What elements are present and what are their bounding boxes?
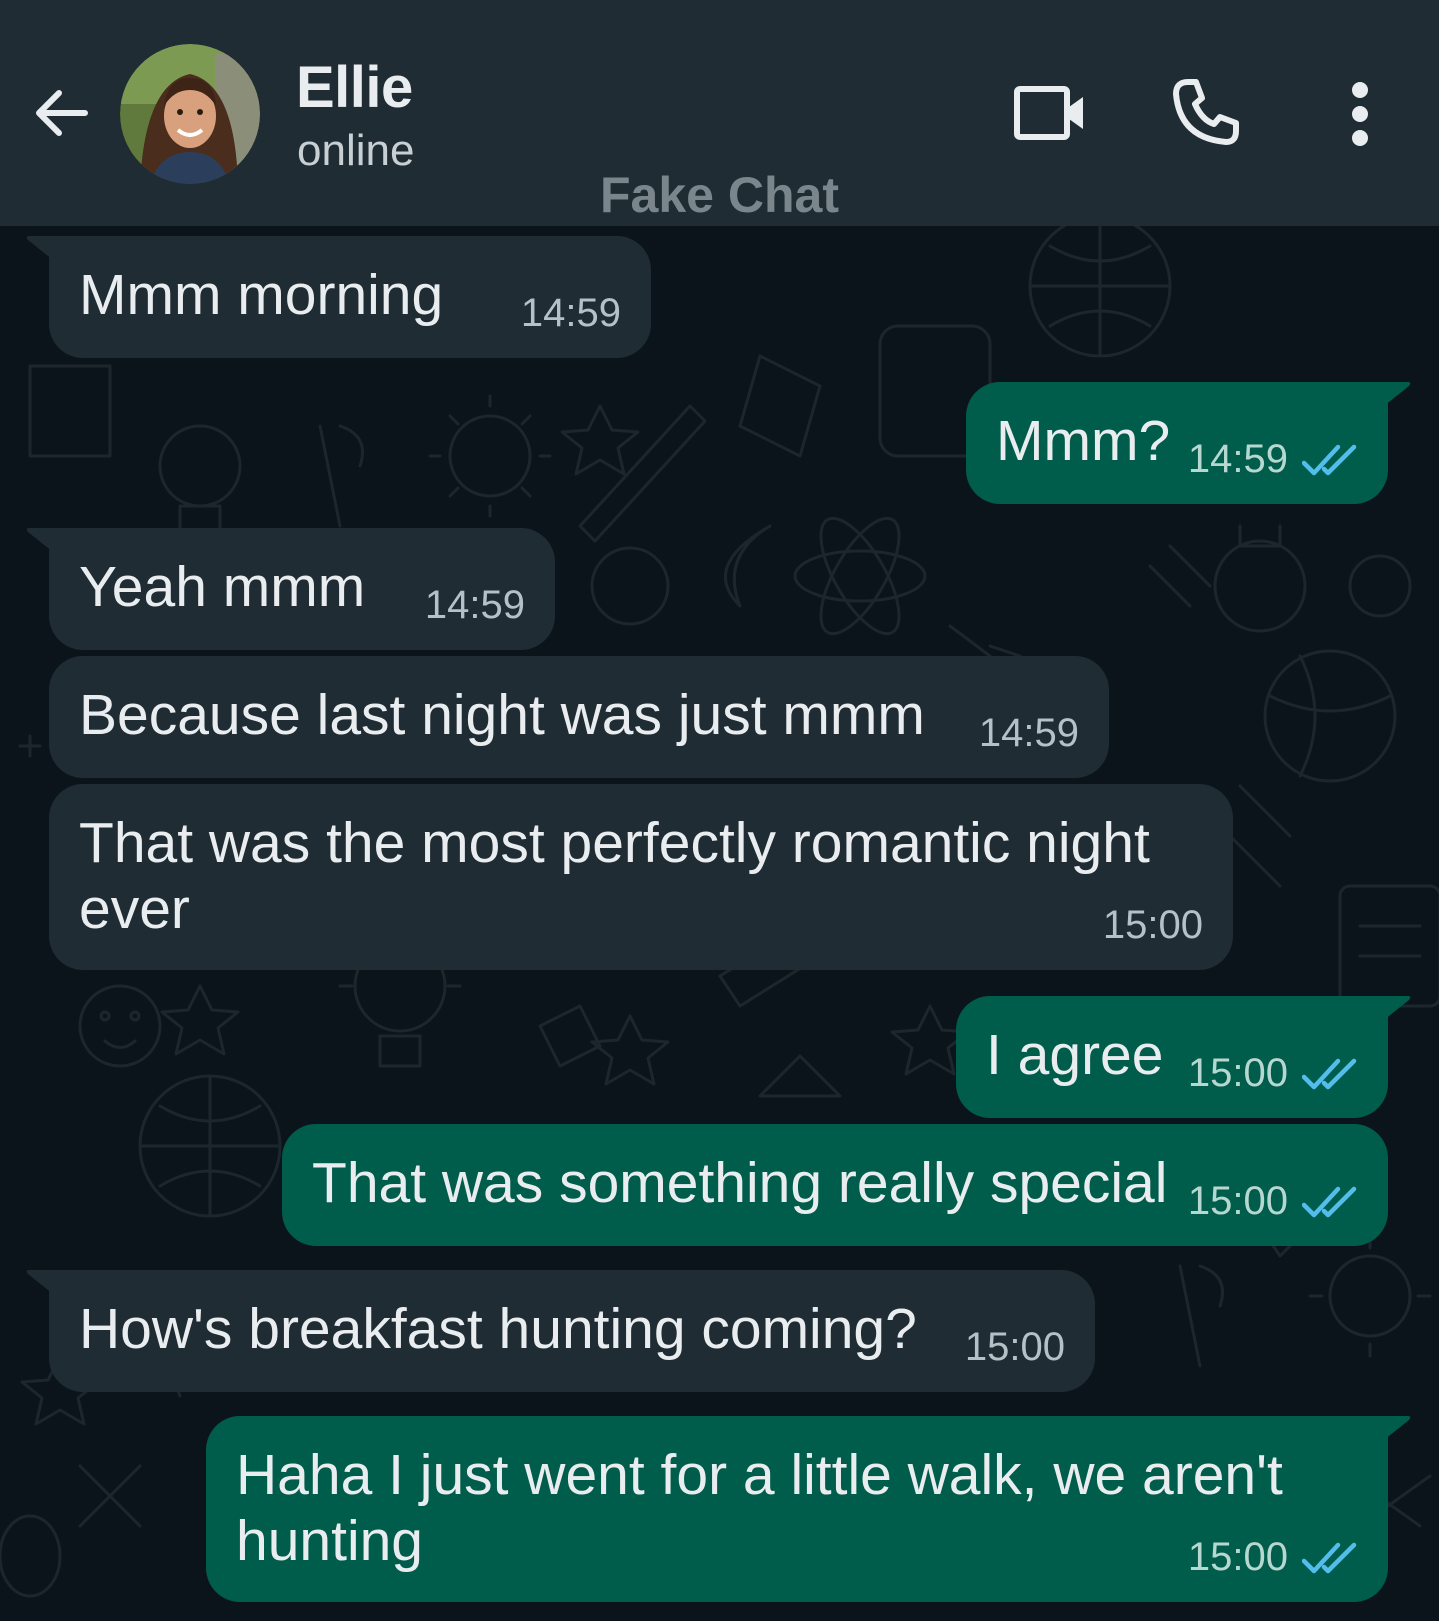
message-bubble-outgoing[interactable]: Haha I just went for a little walk, we a… [206,1416,1411,1602]
read-receipt-icon [1302,1186,1357,1217]
message-time: 15:00 [1187,1051,1288,1095]
bubble-tail [26,236,53,260]
read-receipt-icon [1302,444,1357,475]
more-options-button[interactable] [1336,76,1384,152]
message-text: How's breakfast hunting coming? [79,1297,917,1361]
message-meta: 14:59 [425,583,525,628]
phone-icon [1173,79,1239,145]
message-bubble-incoming[interactable]: Mmm morning 14:59 [26,236,651,358]
bubble-tail [1384,382,1411,406]
message-text: Yeah mmm [79,555,366,619]
bubble-tail [1384,1416,1411,1440]
message-meta: 15:00 [1188,1179,1358,1224]
read-receipt-icon [1302,1542,1357,1573]
chat-header: Ellie online Fake Chat [0,0,1439,226]
message-bubble-outgoing[interactable]: Mmm? 14:59 [966,382,1411,504]
message-text: Haha I just went for a little walk, we a… [236,1443,1299,1573]
message-bubble-incoming[interactable]: Yeah mmm 14:59 [26,528,555,650]
message-text: Mmm? [996,409,1171,473]
message-time: 15:00 [1102,903,1203,947]
message-text: That was the most perfectly romantic nig… [79,811,1166,941]
message-meta: 14:59 [979,711,1079,756]
message-time: 14:59 [520,291,621,335]
message-list[interactable]: Mmm morning 14:59 Mmm? 14:59 Yeah mmm 14… [0,226,1439,1621]
bubble-tail [1384,996,1411,1020]
message-time: 15:00 [1187,1535,1288,1579]
message-meta: 15:00 [1103,903,1203,948]
message-time: 15:00 [1187,1179,1288,1223]
message-meta: 14:59 [521,291,621,336]
video-call-button[interactable] [1010,78,1092,148]
message-bubble-incoming[interactable]: How's breakfast hunting coming? 15:00 [26,1270,1095,1392]
message-meta: 15:00 [1188,1535,1358,1580]
read-receipt-icon [1302,1058,1357,1089]
voice-call-button[interactable] [1168,74,1244,150]
message-text: Mmm morning [79,263,444,327]
message-bubble-outgoing[interactable]: I agree 15:00 [956,996,1411,1118]
video-call-icon [1014,86,1083,140]
message-meta: 14:59 [1188,437,1358,482]
message-time: 15:00 [964,1325,1065,1369]
message-text: That was something really special [312,1151,1168,1215]
message-bubble-incoming[interactable]: That was the most perfectly romantic nig… [49,784,1233,970]
avatar[interactable] [120,44,260,184]
message-meta: 15:00 [1188,1051,1358,1096]
chat-screen: Ellie online Fake Chat Mmm morning 14:59… [0,0,1439,1621]
message-text: I agree [986,1023,1164,1087]
bubble-tail [26,1270,53,1294]
more-vert-icon [1352,82,1368,146]
message-bubble-outgoing[interactable]: That was something really special 15:00 [282,1124,1388,1246]
message-time: 14:59 [1187,437,1288,481]
contact-name[interactable]: Ellie [296,54,413,121]
bubble-tail [26,528,53,552]
message-time: 14:59 [978,711,1079,755]
message-text: Because last night was just mmm [79,683,925,747]
message-time: 14:59 [424,583,525,627]
message-meta: 15:00 [965,1325,1065,1370]
avatar-photo [120,44,260,184]
app-watermark: Fake Chat [600,167,839,223]
back-button[interactable] [28,80,94,146]
message-bubble-incoming[interactable]: Because last night was just mmm 14:59 [49,656,1109,778]
back-arrow-icon [36,90,88,136]
contact-status: online [297,126,415,175]
